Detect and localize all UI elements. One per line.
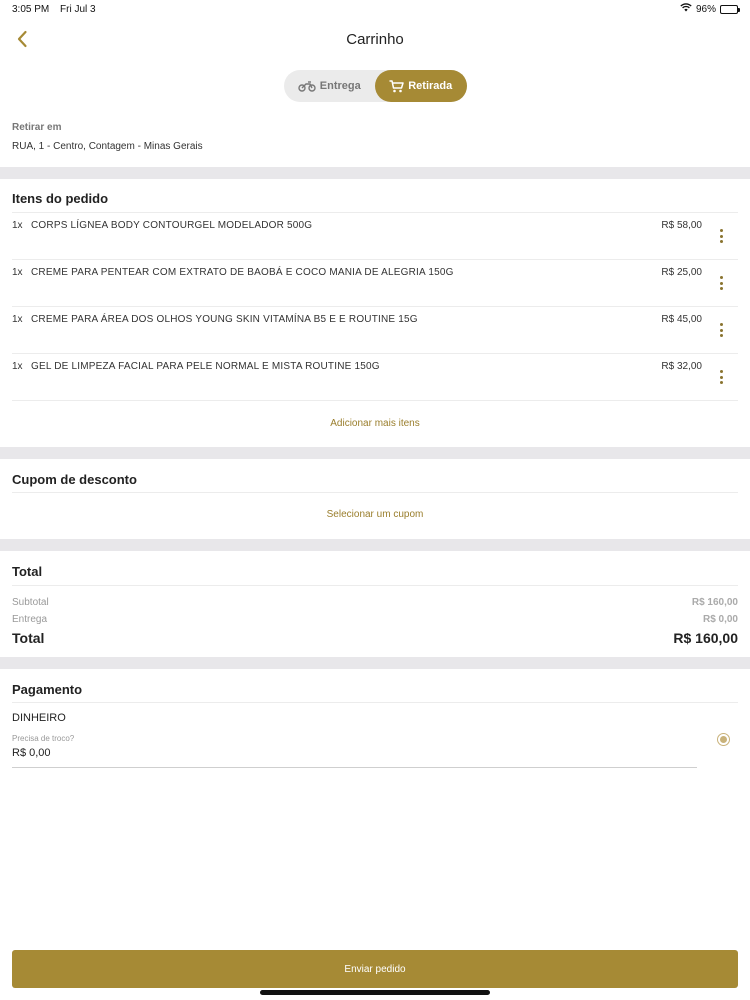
divider <box>12 585 738 586</box>
kebab-menu-icon[interactable] <box>718 229 724 243</box>
send-order-button[interactable]: Enviar pedido <box>12 950 738 988</box>
items-section-title: Itens do pedido <box>12 191 109 206</box>
list-item: 1x CORPS LÍGNEA BODY CONTOURGEL MODELADO… <box>12 213 738 260</box>
items-section: Itens do pedido 1x CORPS LÍGNEA BODY CON… <box>0 179 750 447</box>
coupon-section-title: Cupom de desconto <box>12 472 137 487</box>
grand-total-row: Total R$ 160,00 <box>0 630 750 654</box>
item-qty: 1x <box>12 314 23 325</box>
kebab-menu-icon[interactable] <box>718 276 724 290</box>
battery-percent: 96% <box>695 3 716 15</box>
grand-total-value: R$ 160,00 <box>673 630 738 646</box>
payment-radio[interactable] <box>717 733 730 746</box>
list-item: 1x CREME PARA PENTEAR COM EXTRATO DE BAO… <box>12 260 738 307</box>
payment-section-title: Pagamento <box>12 682 83 697</box>
list-item: 1x GEL DE LIMPEZA FACIAL PARA PELE NORMA… <box>12 354 738 401</box>
list-item: 1x CREME PARA ÁREA DOS OLHOS YOUNG SKIN … <box>12 307 738 354</box>
subtotal-value: R$ 160,00 <box>691 597 738 608</box>
kebab-menu-icon[interactable] <box>718 370 724 384</box>
totals-section: Total Subtotal R$ 160,00 Entrega R$ 0,00… <box>0 551 750 654</box>
item-price: R$ 45,00 <box>661 314 702 325</box>
pickup-label: Retirada <box>408 80 453 92</box>
delivery-label: Entrega <box>319 80 361 92</box>
radio-dot <box>720 736 727 743</box>
pickup-label-text: Retirar em <box>12 122 62 133</box>
section-separator <box>0 447 750 459</box>
pickup-address: RUA, 1 - Centro, Contagem - Minas Gerais <box>12 141 203 152</box>
change-label: Precisa de troco? <box>12 734 75 743</box>
change-input[interactable] <box>12 744 697 768</box>
payment-method: DINHEIRO <box>12 712 66 724</box>
item-qty: 1x <box>12 361 23 372</box>
status-bar: 3:05 PM Fri Jul 3 96% <box>0 0 750 18</box>
select-coupon-link[interactable]: Selecionar um cupom <box>0 493 750 539</box>
kebab-menu-icon[interactable] <box>718 323 724 337</box>
totals-section-title: Total <box>12 563 43 579</box>
back-button[interactable] <box>10 26 34 52</box>
item-name: CREME PARA ÁREA DOS OLHOS YOUNG SKIN VIT… <box>31 314 418 325</box>
add-more-items-link[interactable]: Adicionar mais itens <box>0 401 750 447</box>
item-qty: 1x <box>12 267 23 278</box>
battery-icon <box>720 4 740 14</box>
pickup-option[interactable]: Retirada <box>375 70 467 102</box>
divider <box>12 702 738 703</box>
motorcycle-icon <box>298 80 316 92</box>
item-name: GEL DE LIMPEZA FACIAL PARA PELE NORMAL E… <box>31 361 380 372</box>
grand-total-label: Total <box>12 630 45 646</box>
delivery-fee-label: Entrega <box>12 614 48 625</box>
item-name: CORPS LÍGNEA BODY CONTOURGEL MODELADOR 5… <box>31 220 313 231</box>
coupon-section: Cupom de desconto Selecionar um cupom <box>0 459 750 539</box>
nav-bar: Carrinho <box>0 18 750 60</box>
subtotal-label: Subtotal <box>12 597 49 608</box>
section-separator <box>0 657 750 669</box>
pickup-info: Retirar em RUA, 1 - Centro, Contagem - M… <box>0 102 750 152</box>
payment-section: Pagamento DINHEIRO Precisa de troco? <box>0 669 750 768</box>
item-price: R$ 58,00 <box>661 220 702 231</box>
status-time: 3:05 PM <box>12 3 50 15</box>
mode-toggle: Entrega Retirada <box>283 70 467 102</box>
section-separator <box>0 539 750 551</box>
subtotal-row: Subtotal R$ 160,00 <box>0 597 750 608</box>
cart-icon <box>389 79 404 92</box>
delivery-fee-row: Entrega R$ 0,00 <box>0 614 750 625</box>
item-qty: 1x <box>12 220 23 231</box>
status-date: Fri Jul 3 <box>60 3 96 15</box>
chevron-left-icon <box>17 30 27 48</box>
delivery-option[interactable]: Entrega <box>284 70 376 102</box>
section-separator <box>0 167 750 179</box>
delivery-fee-value: R$ 0,00 <box>702 614 738 625</box>
mode-toggle-wrap: Entrega Retirada <box>0 70 750 102</box>
wifi-icon <box>680 3 692 15</box>
item-price: R$ 32,00 <box>661 361 702 372</box>
page-title: Carrinho <box>346 30 404 48</box>
item-price: R$ 25,00 <box>661 267 702 278</box>
item-name: CREME PARA PENTEAR COM EXTRATO DE BAOBÁ … <box>31 267 454 278</box>
home-indicator <box>260 990 490 995</box>
